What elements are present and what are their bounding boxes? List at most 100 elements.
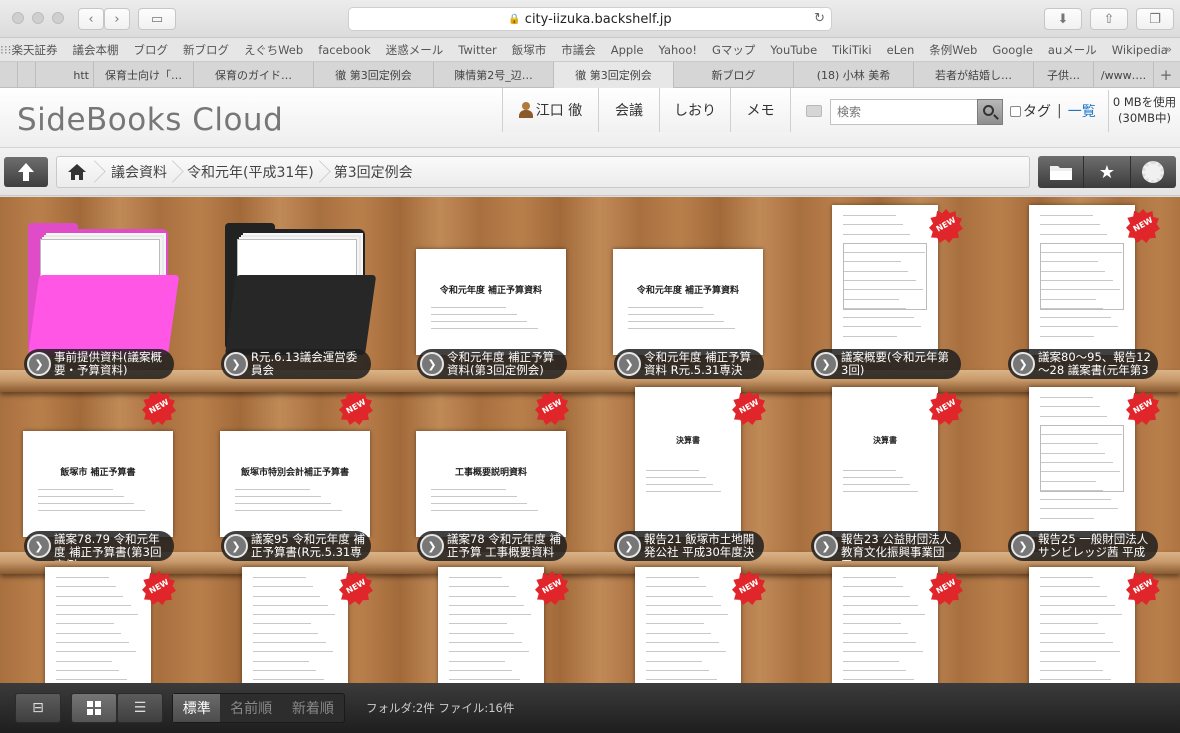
tab[interactable]: htt — [36, 62, 94, 88]
tab[interactable]: (18) 小林 美希 — [794, 62, 914, 88]
tab[interactable]: 保育のガイド… — [194, 62, 314, 88]
item-label[interactable]: ❯ 報告25 一般財団法人 サンビレッジ茜 平成 — [1008, 531, 1158, 561]
favorites-button[interactable]: ★ — [1084, 156, 1131, 188]
bookmark-item[interactable]: TikiTiki — [832, 43, 871, 57]
document-item[interactable]: NEW ❯ 報告25 一般財団法人 サンビレッジ茜 平成 — [984, 387, 1164, 561]
breadcrumb-item[interactable]: 令和元年(平成31年) — [181, 157, 328, 187]
breadcrumb-item[interactable]: 議会資料 — [103, 157, 181, 187]
item-label[interactable]: ❯ 議案95 令和元年度 補正予算書(R元.5.31専 — [221, 531, 371, 561]
tab[interactable]: 若者が結婚し… — [914, 62, 1034, 88]
item-label[interactable]: ❯ 報告21 飯塚市土地開発公社 平成30年度決 — [614, 531, 764, 561]
sort-by-newest[interactable]: 新着順 — [282, 694, 344, 722]
share-button[interactable]: ⇧ — [1090, 8, 1128, 30]
bookmark-item[interactable]: ブログ — [133, 42, 168, 58]
bookmark-item[interactable]: eLen — [887, 43, 915, 57]
item-label[interactable]: ❯ 議案78 令和元年度 補正予算 工事概要資料 — [417, 531, 567, 561]
memo-button[interactable]: メモ — [731, 88, 791, 132]
bookmark-item[interactable]: YouTube — [770, 43, 817, 57]
item-label[interactable]: ❯ 事前提供資料(議案概要・予算資料) — [24, 349, 174, 379]
back-button[interactable]: ‹ — [78, 8, 104, 30]
search-input[interactable] — [830, 99, 978, 125]
bookmark-item[interactable]: Wikipedia — [1112, 43, 1168, 57]
document-item[interactable]: NEW ❯ 議案概要(令和元年第3回) — [787, 205, 967, 379]
grid-icon[interactable]: ⁝⁝⁝ — [0, 43, 11, 57]
new-items-button[interactable] — [1131, 156, 1176, 188]
address-bar[interactable]: 🔒 city-iizuka.backshelf.jp ↻ — [348, 7, 832, 31]
bookmark-item[interactable]: auメール — [1048, 42, 1097, 58]
item-label[interactable]: ❯報告23 公益財団法人 教育文化振興事業団 平 — [811, 531, 961, 561]
tab[interactable]: 新ブログ — [674, 62, 794, 88]
document-item[interactable]: 決算書 NEW ❯報告23 公益財団法人 教育文化振興事業団 平 — [787, 387, 967, 561]
tree-view-button[interactable]: ⊟ — [15, 693, 61, 723]
sort-default[interactable]: 標準 — [173, 694, 221, 722]
bookmark-item[interactable]: 飯塚市 — [512, 42, 547, 58]
new-tab-button[interactable]: + — [1154, 62, 1178, 88]
item-label[interactable]: ❯ 令和元年度 補正予算資料 R元.5.31専決 — [614, 349, 764, 379]
tab[interactable]: 徹 第3回定例会 — [314, 62, 434, 88]
document-item[interactable]: 決算書 NEW ❯ 報告21 飯塚市土地開発公社 平成30年度決 — [590, 387, 770, 561]
bookmark-item[interactable]: Twitter — [458, 43, 497, 57]
item-label[interactable]: ❯ 議案80～95、報告12～28 議案書(元年第3 — [1008, 349, 1158, 379]
sort-by-name[interactable]: 名前順 — [220, 694, 281, 722]
bookmark-item[interactable]: facebook — [318, 43, 371, 57]
user-button[interactable]: 江口 徹 — [503, 88, 599, 132]
document-item[interactable]: 令和元年度 補正予算資料 ❯ 令和元年度 補正予算資料(第3回定例会) — [393, 209, 573, 379]
more-bookmarks-icon[interactable]: » — [1165, 42, 1172, 56]
tab[interactable]: /www…. — [1094, 62, 1154, 88]
item-label[interactable]: ❯ 令和元年度 補正予算資料(第3回定例会) — [417, 349, 567, 379]
search-button[interactable] — [977, 99, 1003, 125]
list-view-button[interactable]: ☰ — [117, 693, 163, 723]
document-item[interactable]: 令和元年度 補正予算資料 ❯ 令和元年度 補正予算資料 R元.5.31専決 — [590, 209, 770, 379]
document-item[interactable]: 飯塚市 補正予算書 NEW ❯議案78.79 令和元年度 補正予算書(第3回定例 — [0, 391, 180, 561]
bookmark-item[interactable]: えぐちWeb — [244, 42, 303, 58]
document-item[interactable]: NEW — [0, 567, 180, 683]
bookmark-item[interactable]: 市議会 — [561, 42, 596, 58]
tag-checkbox[interactable] — [1010, 105, 1021, 117]
folder-view-button[interactable] — [1038, 156, 1085, 188]
tab-active[interactable]: 徹 第3回定例会 — [554, 62, 674, 88]
document-item[interactable]: 工事概要説明資料 NEW ❯ 議案78 令和元年度 補正予算 工事概要資料 — [393, 391, 573, 561]
item-label[interactable]: ❯ R元.6.13議会運営委員会 — [221, 349, 371, 379]
folder-item[interactable]: ❯ 事前提供資料(議案概要・予算資料) — [0, 209, 180, 379]
tab[interactable]: 陳情第2号_辺… — [434, 62, 554, 88]
document-item[interactable]: NEW ❯ 議案80～95、報告12～28 議案書(元年第3 — [984, 205, 1164, 379]
document-item[interactable]: NEW — [590, 567, 770, 683]
sidebar-toggle-button[interactable]: ▭ — [138, 8, 176, 30]
up-folder-button[interactable] — [4, 157, 48, 187]
tab[interactable]: 子供… — [1034, 62, 1094, 88]
tab[interactable] — [18, 62, 36, 88]
bookmark-item[interactable]: Google — [992, 43, 1033, 57]
home-crumb[interactable] — [57, 157, 103, 187]
list-link[interactable]: 一覧 — [1068, 101, 1096, 121]
folder-item[interactable]: ❯ R元.6.13議会運営委員会 — [197, 209, 377, 379]
minimize-window-button[interactable] — [32, 12, 44, 24]
document-item[interactable]: NEW — [393, 567, 573, 683]
item-label[interactable]: ❯ 議案概要(令和元年第3回) — [811, 349, 961, 379]
tab[interactable] — [0, 62, 18, 88]
bookmark-item[interactable]: 議会本棚 — [72, 42, 118, 58]
tabs-overview-button[interactable]: ❐ — [1136, 8, 1174, 30]
breadcrumb-item[interactable]: 第3回定例会 — [328, 157, 423, 187]
grid-view-button[interactable] — [71, 693, 117, 723]
document-item[interactable]: NEW — [984, 567, 1164, 683]
bookmark-item[interactable]: 楽天証券 — [11, 42, 57, 58]
bookmark-item[interactable]: 条例Web — [929, 42, 977, 58]
zoom-window-button[interactable] — [52, 12, 64, 24]
folder-filter-icon[interactable] — [806, 105, 822, 117]
downloads-button[interactable]: ⬇ — [1044, 8, 1082, 30]
close-window-button[interactable] — [12, 12, 24, 24]
forward-button[interactable]: › — [104, 8, 130, 30]
bookmark-item[interactable]: Apple — [611, 43, 644, 57]
reload-icon[interactable]: ↻ — [814, 11, 825, 26]
bookmark-item[interactable]: 迷惑メール — [386, 42, 444, 58]
document-item[interactable]: NEW — [197, 567, 377, 683]
bookmark-item[interactable]: 新ブログ — [183, 42, 229, 58]
meeting-button[interactable]: 会議 — [599, 88, 660, 132]
tab[interactable]: 保育士向け「… — [94, 62, 194, 88]
document-item[interactable]: NEW — [787, 567, 967, 683]
document-item[interactable]: 飯塚市特別会計補正予算書 NEW ❯ 議案95 令和元年度 補正予算書(R元.5.31… — [197, 391, 377, 561]
bookmark-item[interactable]: Yahoo! — [659, 43, 697, 57]
bookmark-button[interactable]: しおり — [660, 88, 731, 132]
bookmark-item[interactable]: Gマップ — [712, 42, 755, 58]
item-label[interactable]: ❯議案78.79 令和元年度 補正予算書(第3回定例 — [24, 531, 174, 561]
